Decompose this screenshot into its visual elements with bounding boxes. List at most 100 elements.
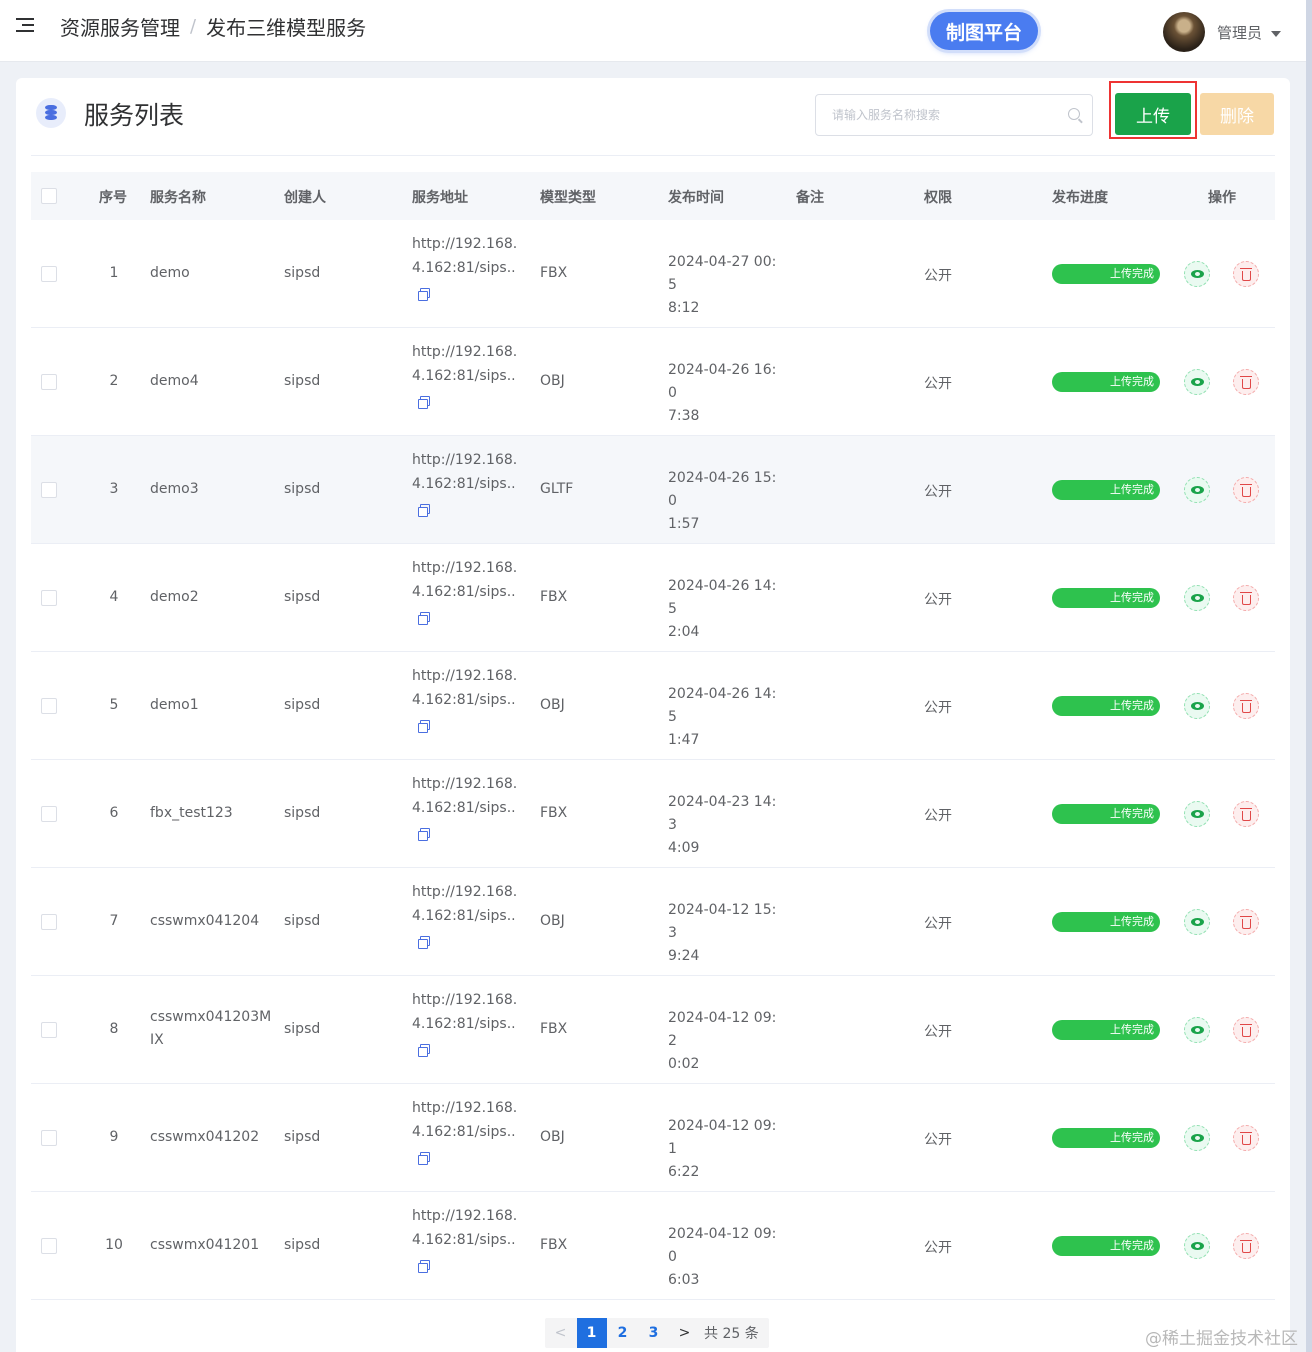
- copy-icon[interactable]: [418, 828, 430, 841]
- page-title: 服务列表: [84, 101, 185, 130]
- trash-icon: [1239, 915, 1252, 929]
- view-button[interactable]: [1184, 1233, 1210, 1259]
- copy-icon[interactable]: [418, 612, 430, 625]
- row-checkbox[interactable]: [41, 266, 57, 282]
- delete-button[interactable]: 删除: [1200, 93, 1274, 135]
- publish-time-line: 2024-04-26 15:0: [668, 470, 777, 509]
- view-button[interactable]: [1184, 909, 1210, 935]
- creator: sipsd: [284, 913, 321, 929]
- platform-button[interactable]: 制图平台: [930, 12, 1038, 50]
- delete-row-button[interactable]: [1233, 261, 1259, 287]
- row-index: 2: [109, 373, 119, 389]
- view-button[interactable]: [1184, 477, 1210, 503]
- next-page-button[interactable]: >: [669, 1318, 700, 1348]
- copy-icon[interactable]: [418, 1044, 430, 1057]
- row-index: 8: [109, 1021, 119, 1037]
- publish-time-line: 2024-04-23 14:3: [668, 794, 777, 833]
- creator: sipsd: [284, 481, 321, 497]
- scrollbar[interactable]: [1306, 0, 1312, 1352]
- col-publish-time: 发布时间: [668, 190, 724, 206]
- caret-down-icon[interactable]: [1271, 31, 1281, 37]
- publish-time-line: 1:47: [668, 732, 700, 748]
- row-index: 1: [109, 265, 119, 281]
- publish-time-line: 2024-04-12 15:3: [668, 902, 777, 941]
- row-checkbox[interactable]: [41, 698, 57, 714]
- row-checkbox[interactable]: [41, 914, 57, 930]
- view-button[interactable]: [1184, 801, 1210, 827]
- row-checkbox[interactable]: [41, 374, 57, 390]
- avatar[interactable]: [1163, 12, 1205, 52]
- prev-page-button[interactable]: <: [545, 1318, 576, 1348]
- delete-row-button[interactable]: [1233, 477, 1259, 503]
- col-model-type: 模型类型: [540, 190, 596, 206]
- eye-icon: [1190, 594, 1204, 602]
- model-type: GLTF: [540, 481, 574, 497]
- trash-icon: [1239, 807, 1252, 821]
- delete-row-button[interactable]: [1233, 693, 1259, 719]
- copy-icon[interactable]: [418, 1260, 430, 1273]
- delete-row-button[interactable]: [1233, 369, 1259, 395]
- service-table: 序号 服务名称 创建人 服务地址 模型类型 发布时间 备注 权限 发布进度 操作…: [31, 172, 1275, 1300]
- copy-icon[interactable]: [418, 396, 430, 409]
- address-line: 4.162:81/sips...: [412, 908, 516, 924]
- address-line: http://192.168.3: [412, 560, 516, 576]
- search-icon[interactable]: [1068, 108, 1080, 120]
- service-name: demo3: [150, 481, 199, 497]
- row-checkbox[interactable]: [41, 482, 57, 498]
- eye-icon: [1190, 810, 1204, 818]
- publish-time-line: 4:09: [668, 840, 700, 856]
- table-header: 序号 服务名称 创建人 服务地址 模型类型 发布时间 备注 权限 发布进度 操作: [31, 172, 1275, 220]
- permission: 公开: [924, 700, 952, 716]
- delete-row-button[interactable]: [1233, 1125, 1259, 1151]
- delete-row-button[interactable]: [1233, 1233, 1259, 1259]
- table-row: 2 demo4 sipsd http://192.168.3 4.162:81/sips…: [31, 328, 1275, 436]
- copy-icon[interactable]: [418, 720, 430, 733]
- breadcrumb-item-resource[interactable]: 资源服务管理: [60, 12, 180, 41]
- delete-row-button[interactable]: [1233, 909, 1259, 935]
- publish-time-line: 2024-04-26 14:5: [668, 686, 777, 725]
- creator: sipsd: [284, 1021, 321, 1037]
- page-1-button[interactable]: 1: [576, 1318, 607, 1348]
- table-row: 4 demo2 sipsd http://192.168.3 4.162:81/sips…: [31, 544, 1275, 652]
- address-line: 4.162:81/sips...: [412, 260, 516, 276]
- user-name[interactable]: 管理员: [1217, 22, 1262, 43]
- copy-icon[interactable]: [418, 1152, 430, 1165]
- address-line: http://192.168.3: [412, 992, 516, 1008]
- view-button[interactable]: [1184, 261, 1210, 287]
- address-line: http://192.168.3: [412, 776, 516, 792]
- copy-icon[interactable]: [418, 288, 430, 301]
- trash-icon: [1239, 267, 1252, 281]
- table-row: 10 csswmx041201 sipsd http://192.168.3 4.162…: [31, 1192, 1275, 1300]
- row-checkbox[interactable]: [41, 1130, 57, 1146]
- page-2-button[interactable]: 2: [607, 1318, 638, 1348]
- col-actions: 操作: [1208, 190, 1236, 206]
- service-name: fbx_test123: [150, 805, 233, 821]
- view-button[interactable]: [1184, 1125, 1210, 1151]
- row-checkbox[interactable]: [41, 1022, 57, 1038]
- row-checkbox[interactable]: [41, 590, 57, 606]
- upload-button[interactable]: 上传: [1115, 93, 1191, 135]
- delete-row-button[interactable]: [1233, 1017, 1259, 1043]
- row-checkbox[interactable]: [41, 806, 57, 822]
- copy-icon[interactable]: [418, 936, 430, 949]
- delete-row-button[interactable]: [1233, 585, 1259, 611]
- page-3-button[interactable]: 3: [638, 1318, 669, 1348]
- model-type: FBX: [540, 589, 568, 605]
- view-button[interactable]: [1184, 1017, 1210, 1043]
- progress-bar: 上传完成: [1052, 480, 1160, 500]
- address-line: 4.162:81/sips...: [412, 692, 516, 708]
- row-checkbox[interactable]: [41, 1238, 57, 1254]
- progress-bar: 上传完成: [1052, 372, 1160, 392]
- publish-time: 2024-04-12 15:3 9:24: [668, 899, 780, 968]
- view-button[interactable]: [1184, 585, 1210, 611]
- delete-row-button[interactable]: [1233, 801, 1259, 827]
- permission: 公开: [924, 916, 952, 932]
- view-button[interactable]: [1184, 693, 1210, 719]
- service-address: http://192.168.3 4.162:81/sips...: [412, 340, 516, 409]
- search-input[interactable]: [816, 95, 1056, 135]
- view-button[interactable]: [1184, 369, 1210, 395]
- select-all-checkbox[interactable]: [41, 188, 57, 204]
- trash-icon: [1239, 591, 1252, 605]
- menu-toggle-icon[interactable]: [16, 18, 36, 36]
- copy-icon[interactable]: [418, 504, 430, 517]
